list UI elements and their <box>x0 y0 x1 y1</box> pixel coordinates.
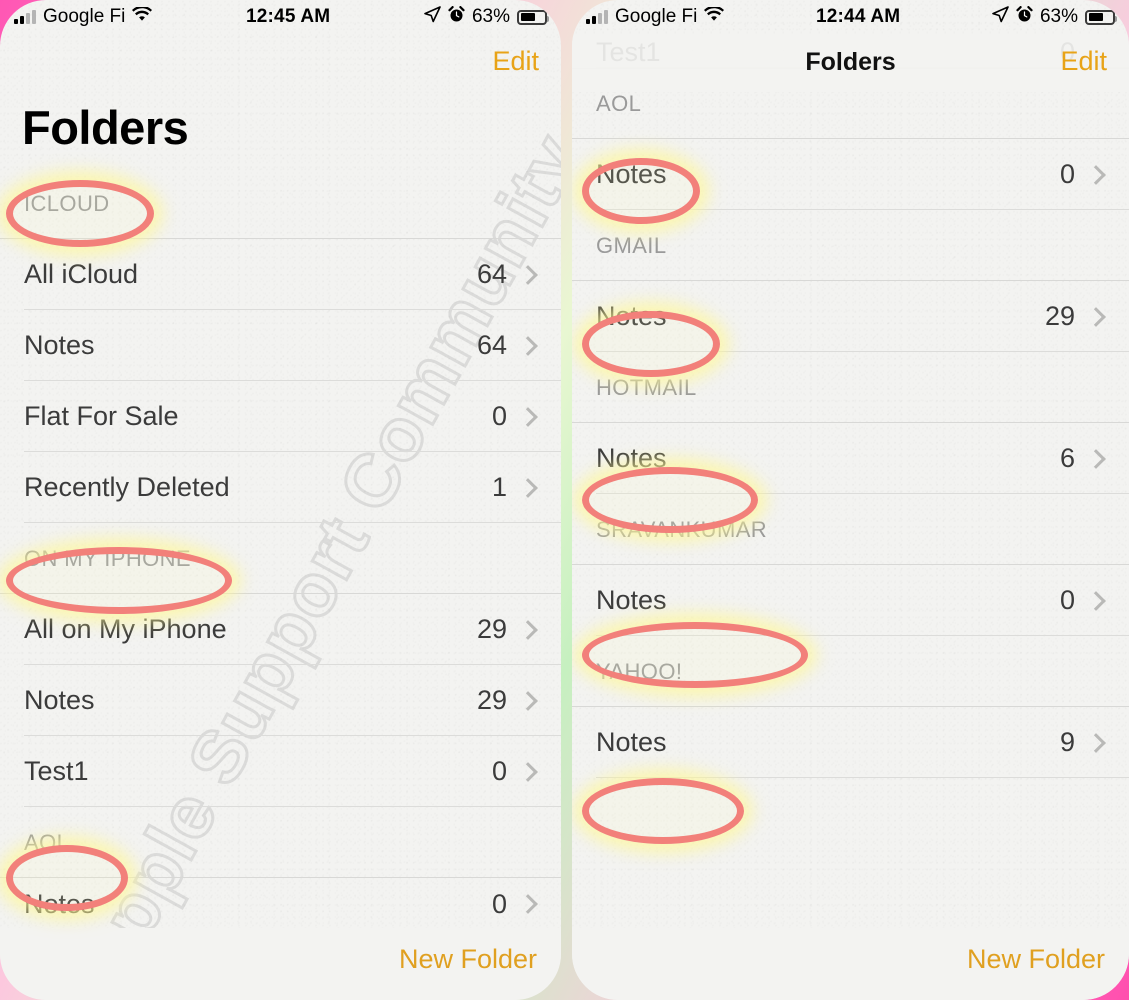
alarm-clock-icon <box>448 5 465 29</box>
status-bar-left-group: Google Fi <box>572 6 725 28</box>
list-item-label: All iCloud <box>24 259 139 289</box>
folders-list-left: ICLOUD All iCloud 64 Notes 64 Flat For S… <box>0 168 561 930</box>
location-arrow-icon <box>424 5 441 29</box>
folders-list-right: Test1 0 AOL Notes 0 GMAIL Notes 29 HOTMA… <box>572 34 1129 778</box>
list-item-count: 29 <box>1044 301 1075 331</box>
status-bar-right-group: 63% <box>992 5 1129 29</box>
carrier-label: Google Fi <box>615 6 698 27</box>
list-item-count: 0 <box>491 888 507 919</box>
list-item-count: 1 <box>491 472 507 502</box>
section-header-hotmail: HOTMAIL <box>572 352 1129 423</box>
chevron-right-icon <box>1086 306 1106 327</box>
list-item[interactable]: All on My iPhone 29 <box>0 594 561 665</box>
battery-icon <box>1085 9 1117 25</box>
chevron-right-icon <box>518 761 538 782</box>
status-bar-left: Google Fi 12:45 AM 63% <box>0 0 561 34</box>
list-item-count: 6 <box>1059 443 1075 473</box>
nav-bar-left: Edit <box>0 34 561 92</box>
list-item[interactable]: Recently Deleted 1 <box>0 452 561 523</box>
status-bar-right-group: 63% <box>424 5 561 29</box>
list-item[interactable]: Notes 29 <box>572 281 1129 352</box>
list-item-count: 29 <box>476 614 507 644</box>
list-item-count: 64 <box>476 259 507 289</box>
list-item[interactable]: Test1 0 <box>0 736 561 807</box>
list-item-label: Notes <box>596 301 667 331</box>
chevron-right-icon <box>518 619 538 640</box>
edit-button[interactable]: Edit <box>492 46 539 77</box>
list-item-label: Notes <box>24 888 95 919</box>
signal-bars-icon <box>14 10 36 24</box>
list-item-count: 9 <box>1059 727 1075 757</box>
chevron-right-icon <box>518 894 538 914</box>
section-header-icloud: ICLOUD <box>0 168 561 239</box>
section-header-gmail: GMAIL <box>572 210 1129 281</box>
chevron-right-icon <box>518 406 538 427</box>
nav-bar-right: Folders Edit <box>572 34 1129 92</box>
chevron-right-icon <box>1086 448 1106 469</box>
status-bar-clock: 12:44 AM <box>816 6 901 27</box>
status-bar-clock: 12:45 AM <box>246 6 331 27</box>
wifi-icon <box>132 6 153 28</box>
list-item-label: Notes <box>24 330 95 360</box>
chevron-right-icon <box>1086 732 1106 753</box>
phone-screen-left: Apple Support Community Google Fi 12:45 … <box>0 0 561 1000</box>
list-item-label: Recently Deleted <box>24 472 230 502</box>
edit-button[interactable]: Edit <box>1060 46 1107 77</box>
list-item-label: Notes <box>24 685 95 715</box>
list-item-count: 29 <box>476 685 507 715</box>
section-header-sravankumar: SRAVANKUMAR <box>572 494 1129 565</box>
list-item[interactable]: Notes 29 <box>0 665 561 736</box>
list-item[interactable]: All iCloud 64 <box>0 239 561 310</box>
annotation-ellipse-yahoo <box>582 778 744 844</box>
chevron-right-icon <box>518 477 538 498</box>
list-item-count: 64 <box>476 330 507 360</box>
list-item[interactable]: Notes 0 <box>572 139 1129 210</box>
list-item[interactable]: Notes 9 <box>572 707 1129 778</box>
page-title: Folders <box>22 101 189 154</box>
battery-percent-label: 63% <box>471 6 510 27</box>
list-item[interactable]: Notes 64 <box>0 310 561 381</box>
status-bar-right: Google Fi 12:44 AM 63% <box>572 0 1129 34</box>
battery-percent-label: 63% <box>1039 6 1078 27</box>
new-folder-button[interactable]: New Folder <box>399 944 537 975</box>
chevron-right-icon <box>1086 590 1106 611</box>
list-item-label: Test1 <box>24 756 89 786</box>
list-item-label: Flat For Sale <box>24 401 179 431</box>
bottom-toolbar-left: New Folder <box>0 928 561 1000</box>
alarm-clock-icon <box>1016 5 1033 29</box>
list-item[interactable]: Flat For Sale 0 <box>0 381 561 452</box>
chevron-right-icon <box>518 690 538 711</box>
list-item[interactable]: Notes 0 <box>0 878 561 930</box>
list-item-label: All on My iPhone <box>24 614 227 644</box>
chevron-right-icon <box>518 335 538 356</box>
carrier-label: Google Fi <box>43 6 126 27</box>
list-item-count: 0 <box>1059 585 1075 615</box>
list-item-label: Notes <box>596 727 667 757</box>
list-item-label: Notes <box>596 159 667 189</box>
location-arrow-icon <box>992 5 1009 29</box>
battery-icon <box>517 9 549 25</box>
list-item-count: 0 <box>491 401 507 431</box>
nav-title: Folders <box>805 48 896 76</box>
new-folder-button[interactable]: New Folder <box>967 944 1105 975</box>
list-item-count: 0 <box>1059 159 1075 189</box>
signal-bars-icon <box>586 10 608 24</box>
screenshot-root: Apple Support Community Google Fi 12:45 … <box>0 0 1129 1000</box>
section-header-on-my-iphone: ON MY IPHONE <box>0 523 561 594</box>
bottom-toolbar-right: New Folder <box>572 928 1129 1000</box>
list-item-count: 0 <box>491 756 507 786</box>
phone-screen-right: Apple Support Community Google Fi 12:44 … <box>572 0 1129 1000</box>
section-header-aol: AOL <box>0 807 561 878</box>
status-bar-left-group: Google Fi <box>0 6 153 28</box>
list-item-label: Notes <box>596 443 667 473</box>
list-item[interactable]: Notes 6 <box>572 423 1129 494</box>
section-header-yahoo: YAHOO! <box>572 636 1129 707</box>
list-item-label: Notes <box>596 585 667 615</box>
chevron-right-icon <box>518 264 538 285</box>
list-item[interactable]: Notes 0 <box>572 565 1129 636</box>
chevron-right-icon <box>1086 164 1106 185</box>
wifi-icon <box>704 6 725 28</box>
